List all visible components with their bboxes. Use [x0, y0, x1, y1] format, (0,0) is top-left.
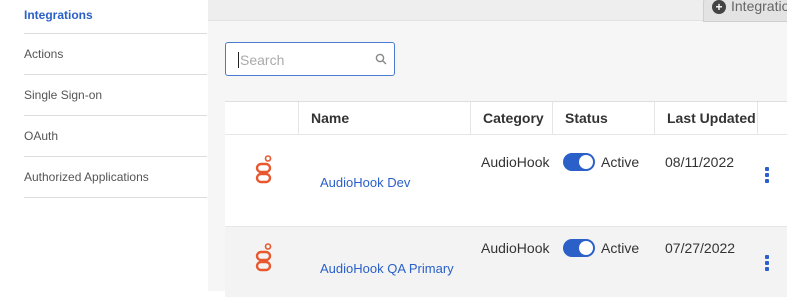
integration-name-link[interactable]: AudioHook Dev [320, 175, 410, 190]
status-toggle[interactable] [563, 153, 595, 171]
category-cell: AudioHook [481, 240, 550, 256]
main-content: + Integratio Search Name Category Status… [208, 0, 787, 297]
search-placeholder: Search [240, 52, 285, 68]
plus-circle-icon: + [712, 0, 726, 14]
table-row: AudioHook Dev AudioHook Active 08/11/202… [225, 135, 787, 227]
sidebar-item-label: Single Sign-on [24, 88, 103, 102]
integration-name-link[interactable]: AudioHook QA Primary [320, 261, 454, 276]
more-options-icon[interactable] [765, 255, 769, 273]
search-icon [375, 53, 387, 65]
integrations-table: Name Category Status Last Updated AudioH… [225, 101, 787, 297]
column-header-name[interactable]: Name [298, 102, 470, 134]
add-integration-button[interactable]: + Integratio [703, 0, 787, 22]
sidebar-item-actions[interactable]: Actions [24, 34, 207, 75]
column-header-category[interactable]: Category [470, 102, 552, 134]
sidebar-item-label: Integrations [24, 8, 93, 22]
status-toggle[interactable] [563, 239, 595, 257]
audiohook-logo-icon [255, 155, 272, 184]
category-cell: AudioHook [481, 154, 550, 170]
add-integration-label: Integratio [731, 0, 787, 14]
column-header-last-updated[interactable]: Last Updated [654, 102, 757, 134]
table-row: AudioHook QA Primary AudioHook Active 07… [225, 227, 787, 297]
toggle-knob [579, 155, 593, 169]
toggle-knob [579, 241, 593, 255]
sidebar-item-authorized-applications[interactable]: Authorized Applications [24, 157, 207, 198]
sidebar: Integrations Actions Single Sign-on OAut… [0, 0, 208, 291]
audiohook-logo-icon [255, 243, 272, 272]
last-updated-cell: 08/11/2022 [665, 154, 735, 170]
column-header-status[interactable]: Status [552, 102, 640, 134]
text-cursor [238, 52, 239, 68]
search-input[interactable]: Search [225, 42, 395, 76]
column-header-logo [225, 102, 298, 134]
sidebar-item-label: Actions [24, 47, 64, 61]
sidebar-item-oauth[interactable]: OAuth [24, 116, 207, 157]
status-label: Active [601, 154, 640, 170]
last-updated-cell: 07/27/2022 [665, 240, 736, 256]
top-bar: + Integratio [208, 0, 787, 22]
status-label: Active [601, 240, 640, 256]
sidebar-item-integrations[interactable]: Integrations [24, 0, 207, 34]
more-options-icon[interactable] [765, 167, 769, 185]
table-header: Name Category Status Last Updated [225, 102, 787, 135]
sidebar-item-label: Authorized Applications [24, 170, 149, 184]
column-header-actions [757, 102, 787, 134]
sidebar-item-single-sign-on[interactable]: Single Sign-on [24, 75, 207, 116]
sidebar-item-label: OAuth [24, 129, 59, 143]
